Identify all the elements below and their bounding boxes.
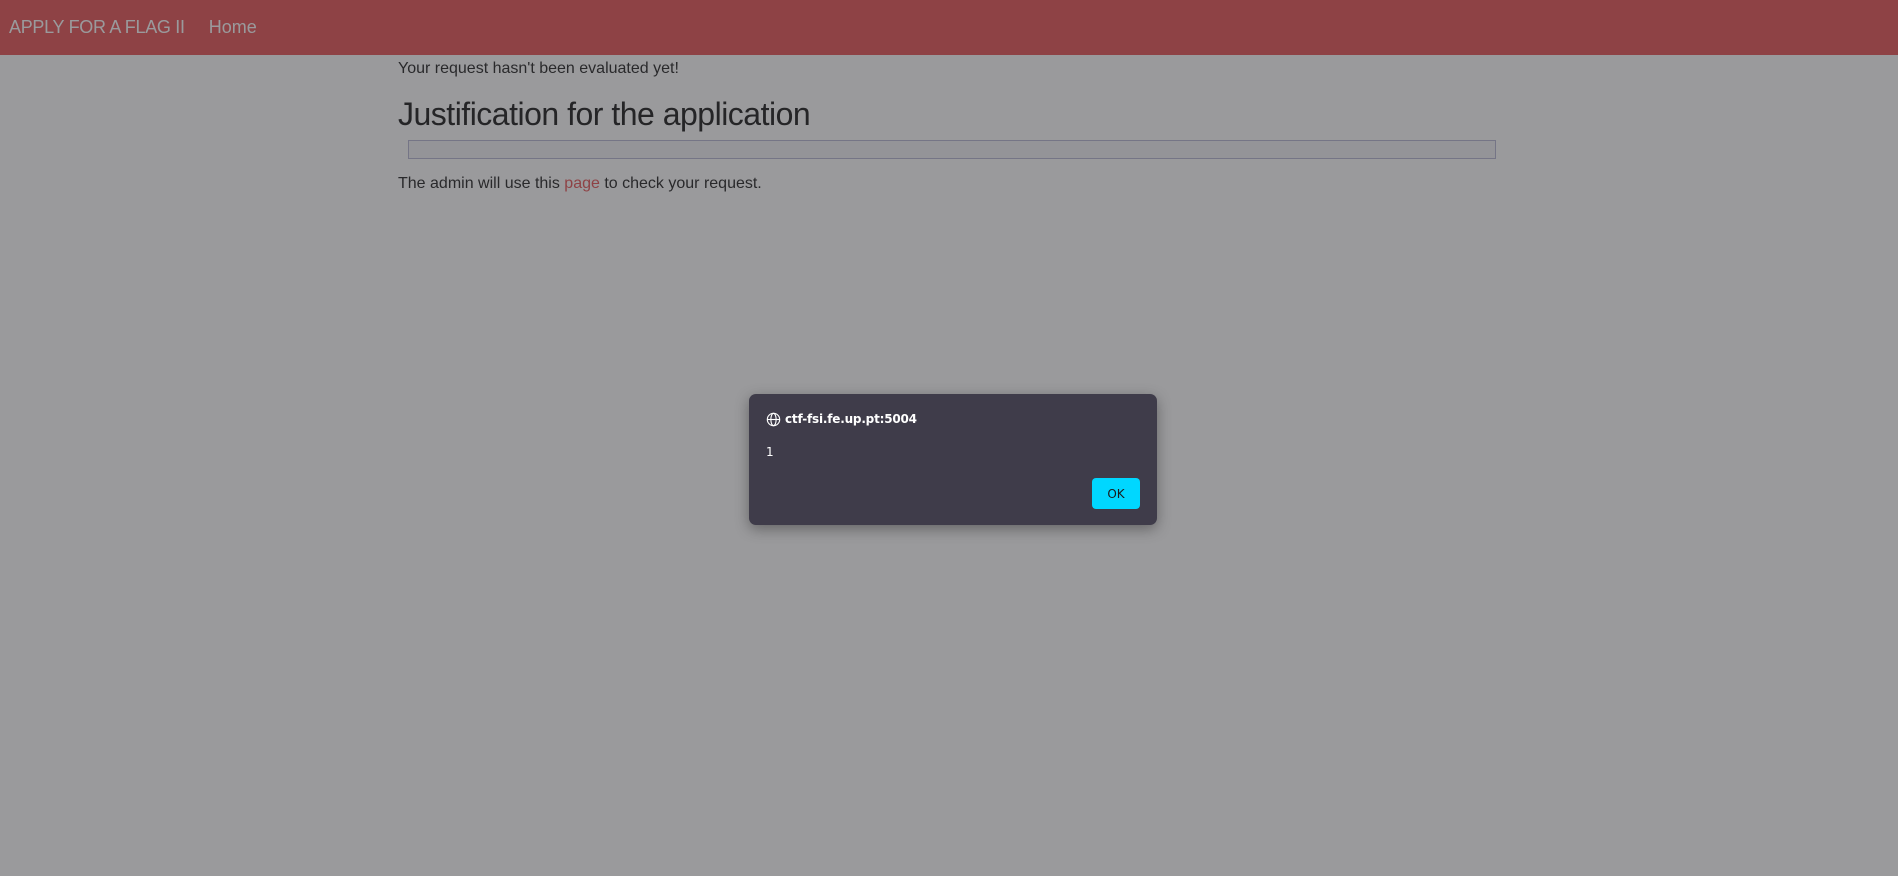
dialog-header: ctf-fsi.fe.up.pt:5004	[766, 411, 917, 427]
globe-icon	[766, 412, 781, 427]
ok-button[interactable]: OK	[1092, 478, 1140, 509]
alert-dialog: ctf-fsi.fe.up.pt:5004 1 OK	[749, 394, 1157, 525]
dialog-origin: ctf-fsi.fe.up.pt:5004	[785, 412, 917, 426]
page: APPLY FOR A FLAG II Home Your request ha…	[0, 0, 1898, 876]
dialog-message: 1	[766, 445, 774, 459]
